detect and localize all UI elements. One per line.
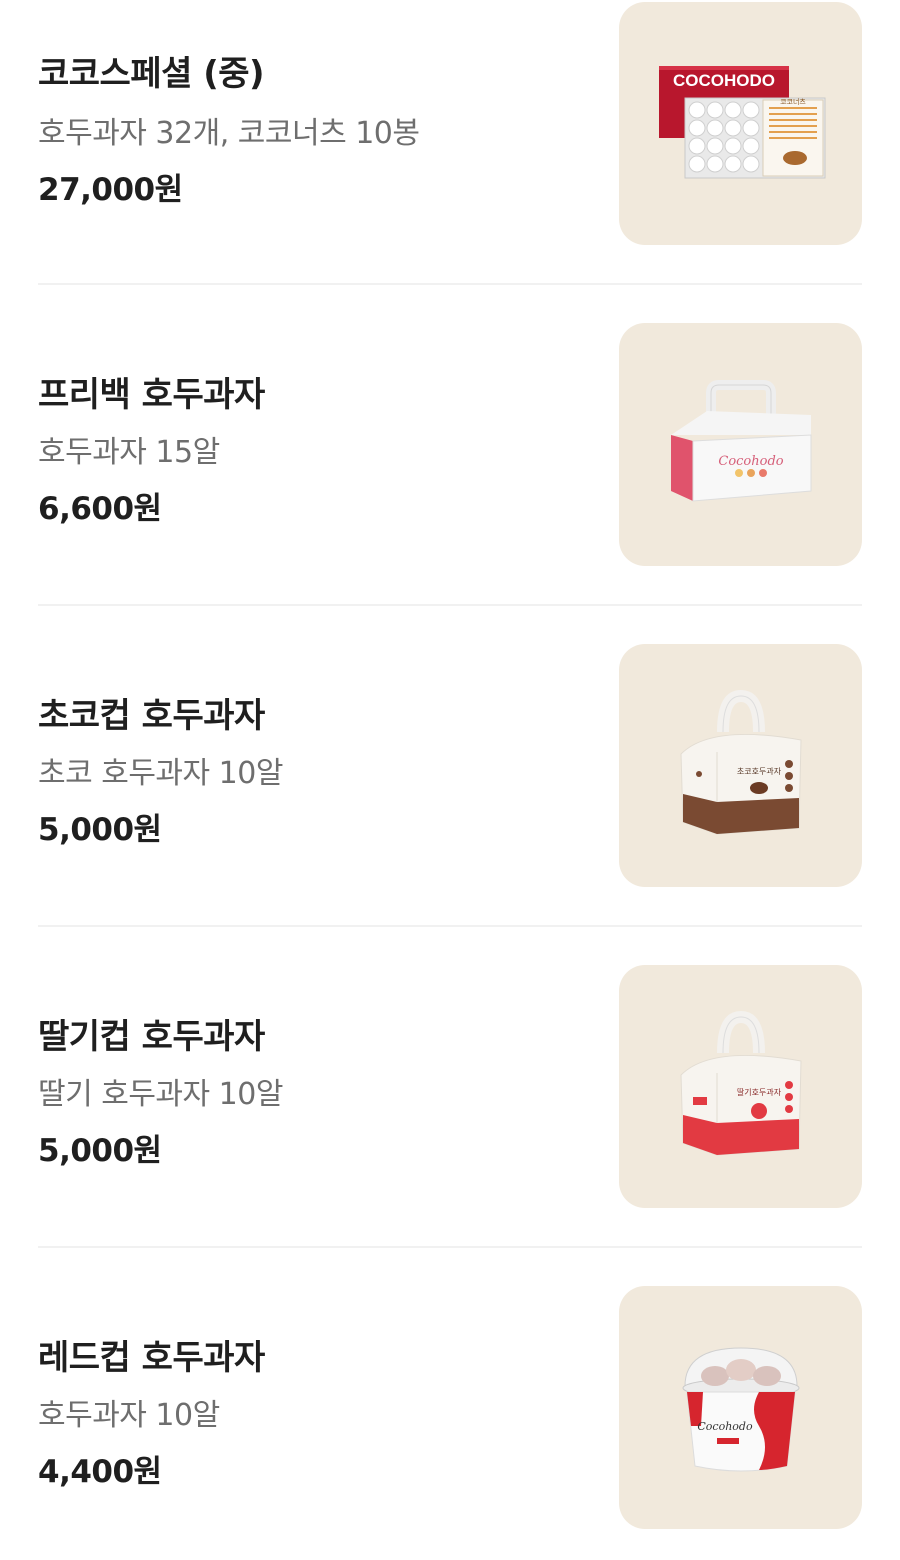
menu-item-price: 6,600원	[38, 491, 162, 527]
menu-item-text: 딸기컵 호두과자 딸기 호두과자 10알 5,000원	[38, 965, 598, 1209]
box-label-text: 딸기호두과자	[737, 1087, 782, 1097]
divider	[38, 604, 862, 606]
menu-item-thumbnail[interactable]: Cocohodo	[619, 323, 862, 566]
divider	[38, 925, 862, 927]
choco-cup-box-icon: 초코호두과자	[680, 689, 802, 835]
menu-item-price: 5,000원	[38, 1133, 162, 1169]
menu-item-description: 호두과자 15알	[38, 435, 220, 470]
menu-item-name: 초코컵 호두과자	[38, 696, 265, 736]
menu-item-name: 레드컵 호두과자	[38, 1338, 265, 1378]
box-brand-text: COCOHODO	[673, 71, 775, 90]
menu-item-thumbnail[interactable]: Cocohodo	[619, 1286, 862, 1529]
menu-item-thumbnail[interactable]: COCOHODO 코코너츠	[619, 2, 862, 245]
divider	[38, 283, 862, 285]
handle-box-icon: Cocohodo	[671, 380, 812, 502]
menu-list: 코코스페셜 (중) 호두과자 32개, 코코너츠 10봉 27,000원 COC…	[0, 0, 900, 1560]
menu-item-description: 딸기 호두과자 10알	[38, 1077, 283, 1112]
red-cup-icon: Cocohodo	[682, 1347, 800, 1472]
menu-item-description: 호두과자 32개, 코코너츠 10봉	[38, 116, 420, 151]
menu-item-freebag[interactable]: 프리백 호두과자 호두과자 15알 6,600원 Cocohodo	[38, 323, 862, 567]
menu-item-coco-special[interactable]: 코코스페셜 (중) 호두과자 32개, 코코너츠 10봉 27,000원 COC…	[38, 2, 862, 246]
menu-item-name: 프리백 호두과자	[38, 375, 265, 415]
menu-item-thumbnail[interactable]: 초코호두과자	[619, 644, 862, 887]
menu-item-text: 초코컵 호두과자 초코 호두과자 10알 5,000원	[38, 644, 598, 888]
cocohodo-gift-box-icon: COCOHODO 코코너츠	[659, 66, 826, 179]
pack-label-text: 코코너츠	[780, 97, 806, 106]
menu-item-price: 27,000원	[38, 172, 183, 208]
menu-item-text: 코코스페셜 (중) 호두과자 32개, 코코너츠 10봉 27,000원	[38, 2, 598, 246]
menu-item-text: 레드컵 호두과자 호두과자 10알 4,400원	[38, 1286, 598, 1530]
strawberry-cup-box-icon: 딸기호두과자	[680, 1010, 802, 1156]
menu-item-price: 5,000원	[38, 812, 162, 848]
menu-item-price: 4,400원	[38, 1454, 162, 1490]
box-brand-text: Cocohodo	[718, 454, 783, 469]
menu-item-description: 초코 호두과자 10알	[38, 756, 283, 791]
menu-item-text: 프리백 호두과자 호두과자 15알 6,600원	[38, 323, 598, 567]
menu-item-thumbnail[interactable]: 딸기호두과자	[619, 965, 862, 1208]
menu-item-strawberry-cup[interactable]: 딸기컵 호두과자 딸기 호두과자 10알 5,000원 딸기호두과자	[38, 965, 862, 1209]
menu-item-description: 호두과자 10알	[38, 1398, 220, 1433]
divider	[38, 1246, 862, 1248]
menu-item-red-cup[interactable]: 레드컵 호두과자 호두과자 10알 4,400원 Cocohodo	[38, 1286, 862, 1530]
menu-item-name: 코코스페셜 (중)	[38, 54, 265, 94]
cup-brand-text: Cocohodo	[697, 1420, 753, 1433]
menu-item-choco-cup[interactable]: 초코컵 호두과자 초코 호두과자 10알 5,000원 초코호두과자	[38, 644, 862, 888]
menu-item-name: 딸기컵 호두과자	[38, 1017, 265, 1057]
box-label-text: 초코호두과자	[737, 767, 782, 776]
